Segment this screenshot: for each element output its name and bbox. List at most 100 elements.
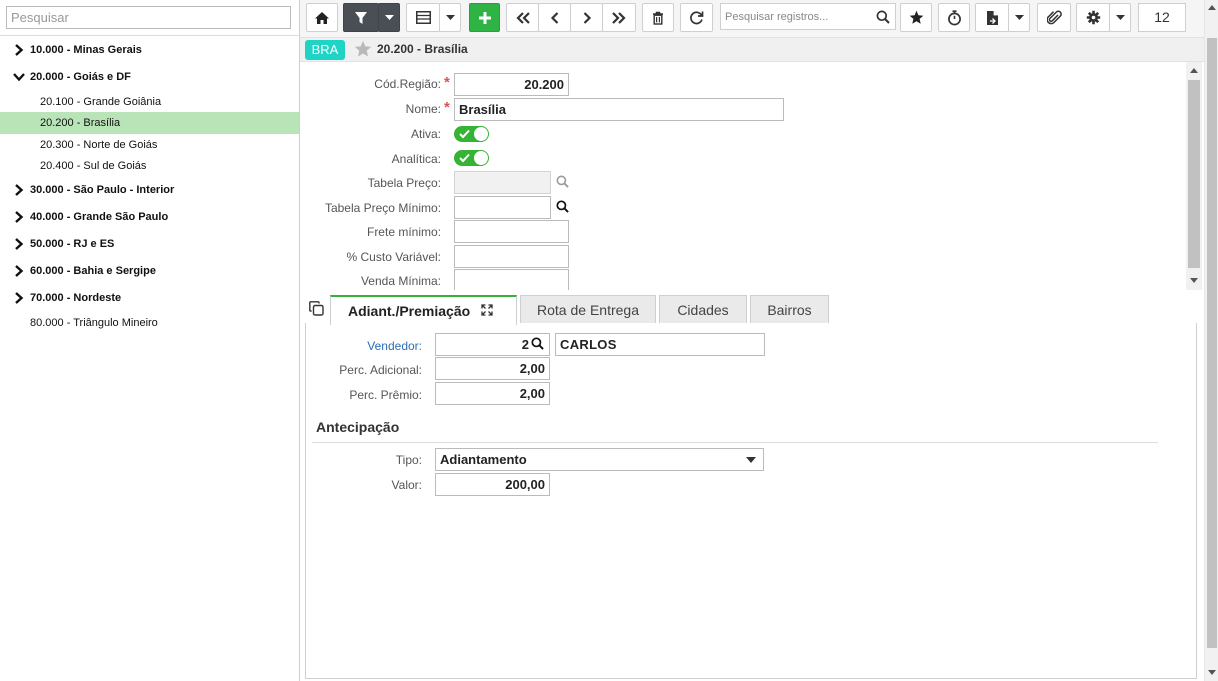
chevron-right-icon[interactable] [13,39,25,61]
refresh-button[interactable] [680,3,713,32]
tree-item-20400[interactable]: 20.400 - Sul de Goiás [0,155,299,177]
tree-item-20100[interactable]: 20.100 - Grande Goiânia [0,91,299,113]
toggle-knob [474,127,488,141]
prev-icon [550,11,558,24]
ativa-label: Ativa: [410,127,441,141]
left-search-bar [0,0,299,36]
next-icon [583,11,591,24]
perc-adicional-field[interactable]: 2,00 [435,357,550,380]
perc-premio-field[interactable]: 2,00 [435,382,550,405]
record-badge: BRA [305,40,345,60]
filter-button[interactable] [343,3,379,32]
tree-item-label: 20.000 - Goiás e DF [30,71,131,83]
perc-premio-label: Perc. Prêmio: [349,388,422,402]
tree-item-10000[interactable]: 10.000 - Minas Gerais [0,39,299,61]
venda-minima-field[interactable] [454,269,569,290]
toggle-knob [474,151,488,165]
tab-rota-de-entrega[interactable]: Rota de Entrega [520,295,656,324]
trash-icon [653,11,663,25]
chevron-right-icon[interactable] [13,260,25,282]
frete-minimo-field[interactable] [454,220,569,243]
form-scroll-thumb[interactable] [1188,80,1200,268]
scroll-up-arrow[interactable] [1208,5,1216,10]
report-menu-button[interactable] [1008,3,1030,32]
scroll-down-arrow[interactable] [1208,670,1216,675]
tabela-preco-label: Tabela Preço: [367,176,441,190]
perc-adicional-label: Perc. Adicional: [339,363,422,377]
scroll-up-arrow[interactable] [1190,68,1198,73]
tab-bairros[interactable]: Bairros [750,295,829,324]
grid-view-menu-button[interactable] [439,3,461,32]
tipo-select[interactable]: Adiantamento [435,448,764,471]
nome-field[interactable]: Brasília [454,98,784,121]
search-icon[interactable] [556,200,569,213]
expand-icon[interactable] [481,304,493,316]
tree-item-label: 70.000 - Nordeste [30,292,122,304]
tab-strip: Adiant./Premiação Rota de Entrega Cidade… [300,290,1204,325]
tree-item-30000[interactable]: 30.000 - São Paulo - Interior [0,179,299,201]
grid-view-button[interactable] [406,3,440,32]
form-scrollbar[interactable] [1186,62,1202,290]
last-record-button[interactable] [602,3,636,32]
record-search-input[interactable] [721,4,871,29]
first-icon [515,11,530,24]
tree-item-80000[interactable]: 80.000 - Triângulo Mineiro [0,312,299,334]
cod-regiao-field[interactable]: 20.200 [454,73,569,96]
tab-cidades[interactable]: Cidades [659,295,747,324]
record-search-box [720,3,896,30]
chevron-right-icon[interactable] [13,287,25,309]
delete-button[interactable] [642,3,674,32]
add-record-button[interactable] [469,3,500,32]
prev-record-button[interactable] [538,3,571,32]
custo-variavel-label: % Custo Variável: [346,250,441,264]
tree-item-label: 10.000 - Minas Gerais [30,44,142,56]
page-scroll-thumb[interactable] [1207,38,1217,648]
chevron-right-icon[interactable] [13,233,25,255]
valor-label: Valor: [391,478,422,492]
tree-item-20200[interactable]: 20.200 - Brasília [0,112,299,134]
page-scrollbar[interactable] [1204,0,1218,681]
filter-menu-button[interactable] [378,3,400,32]
tree-item-label: 80.000 - Triângulo Mineiro [30,317,158,329]
tab-label: Bairros [767,302,812,318]
tipo-label: Tipo: [395,453,422,467]
chevron-down-icon[interactable] [13,66,25,88]
tree-item-50000[interactable]: 50.000 - RJ e ES [0,233,299,255]
search-icon[interactable] [876,10,890,24]
scroll-down-arrow[interactable] [1190,278,1198,283]
check-icon [459,153,470,163]
valor-field[interactable]: 200,00 [435,473,550,496]
tabela-preco-minimo-label: Tabela Preço Mínimo: [324,201,441,215]
chevron-right-icon[interactable] [13,179,25,201]
next-record-button[interactable] [570,3,603,32]
report-button[interactable] [975,3,1009,32]
tree-item-40000[interactable]: 40.000 - Grande São Paulo [0,206,299,228]
tree-item-70000[interactable]: 70.000 - Nordeste [0,287,299,309]
home-icon [315,11,329,24]
toolbar: 12 [300,0,1218,38]
timer-button[interactable] [938,3,970,32]
tab-panel-adiant-premiacao: Vendedor: 2 CARLOS Perc. Adicional: 2,00… [305,323,1197,679]
attachment-button[interactable] [1037,3,1071,32]
copy-icon[interactable] [309,301,324,316]
settings-button[interactable] [1076,3,1110,32]
analitica-toggle[interactable] [454,150,489,166]
ativa-toggle[interactable] [454,126,489,142]
custo-variavel-field[interactable] [454,245,569,268]
tabela-preco-minimo-field[interactable] [454,196,551,219]
chevron-right-icon[interactable] [13,206,25,228]
tree-item-label: 20.200 - Brasília [40,117,121,129]
tree-search-input[interactable] [6,6,291,29]
last-icon [612,11,626,24]
tree-item-20000[interactable]: 20.000 - Goiás e DF [0,66,299,88]
refresh-icon [690,11,704,25]
settings-menu-button[interactable] [1109,3,1131,32]
search-icon[interactable] [531,337,544,350]
favorites-button[interactable] [900,3,932,32]
first-record-button[interactable] [506,3,539,32]
home-button[interactable] [306,3,338,32]
favorite-star-icon[interactable] [354,40,372,58]
tree-item-20300[interactable]: 20.300 - Norte de Goiás [0,134,299,156]
vendedor-label-link[interactable]: Vendedor: [306,339,422,353]
tree-item-60000[interactable]: 60.000 - Bahia e Sergipe [0,260,299,282]
